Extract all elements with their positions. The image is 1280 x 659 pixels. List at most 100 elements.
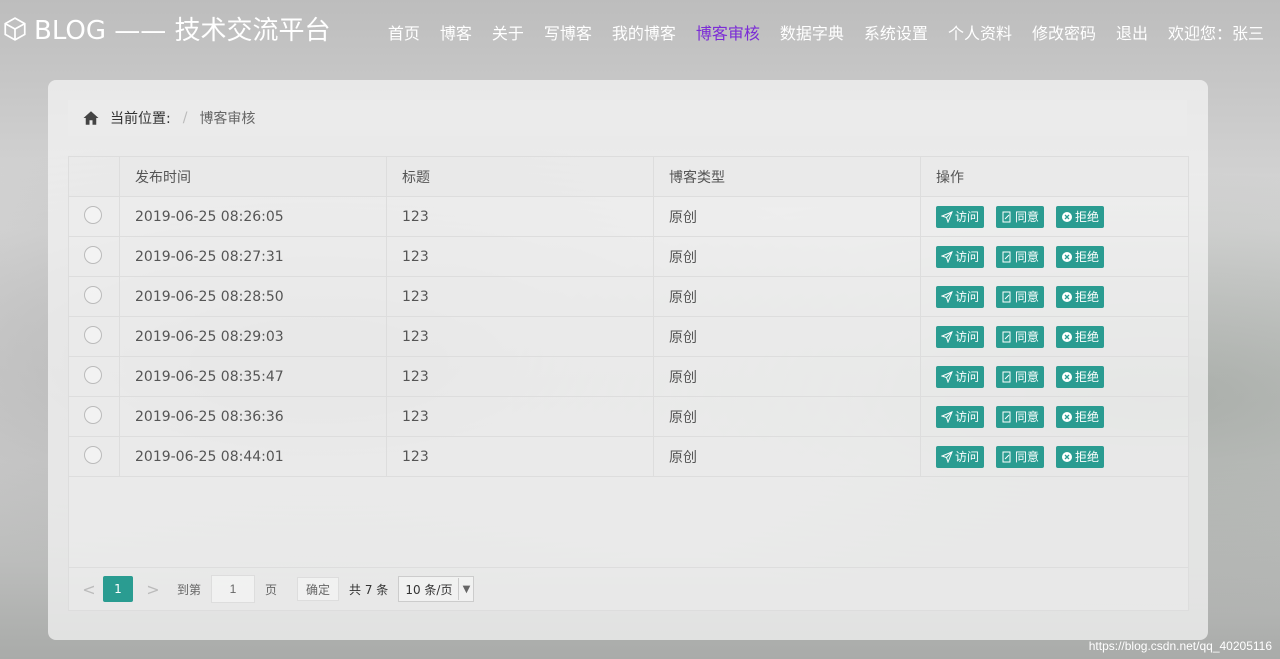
nav-item-3[interactable]: 写博客	[544, 20, 592, 44]
pagination: < 1 > 到第 页 确定 共 7 条 10 条/页 ▼	[69, 567, 1188, 610]
row-actions: 访问 同意 拒绝	[920, 316, 1188, 357]
row-actions: 访问 同意 拒绝	[920, 276, 1188, 317]
visit-label: 访问	[955, 250, 980, 264]
table-row: 2019-06-25 08:29:03 123 原创 访问 同意 拒绝	[69, 316, 1188, 357]
row-title: 123	[386, 356, 654, 397]
reject-label: 拒绝	[1075, 450, 1100, 464]
row-select-cell	[69, 236, 120, 277]
approve-button[interactable]: 同意	[996, 205, 1045, 228]
row-title: 123	[386, 196, 654, 237]
row-select-cell	[69, 436, 120, 477]
table-row: 2019-06-25 08:27:31 123 原创 访问 同意 拒绝	[69, 236, 1188, 277]
approve-button[interactable]: 同意	[996, 325, 1045, 348]
row-time: 2019-06-25 08:28:50	[119, 276, 387, 317]
prev-page-button[interactable]: <	[75, 580, 103, 599]
reject-button[interactable]: 拒绝	[1056, 245, 1105, 268]
row-title: 123	[386, 316, 654, 357]
visit-button[interactable]: 访问	[936, 405, 985, 428]
row-time: 2019-06-25 08:27:31	[119, 236, 387, 277]
send-icon	[941, 250, 953, 263]
visit-label: 访问	[955, 450, 980, 464]
logo-text: BLOG —— 技术交流平台	[34, 16, 331, 46]
nav-item-10[interactable]: 退出	[1116, 20, 1148, 44]
nav-item-2[interactable]: 关于	[492, 20, 524, 44]
visit-button[interactable]: 访问	[936, 245, 985, 268]
content-panel: 当前位置: / 博客审核 发布时间 标题 博客类型 操作 2019-06-25 …	[48, 80, 1208, 640]
page-size-value: 10 条/页	[405, 582, 453, 597]
row-select-cell	[69, 196, 120, 237]
close-circle-icon	[1062, 411, 1073, 422]
row-radio[interactable]	[84, 205, 102, 224]
visit-button[interactable]: 访问	[936, 445, 985, 468]
edit-doc-icon	[1002, 371, 1011, 382]
approve-button[interactable]: 同意	[996, 245, 1045, 268]
nav-item-6[interactable]: 数据字典	[780, 20, 844, 44]
close-circle-icon	[1062, 211, 1073, 222]
reject-button[interactable]: 拒绝	[1056, 205, 1105, 228]
logo[interactable]: BLOG —— 技术交流平台	[2, 10, 331, 47]
edit-doc-icon	[1002, 451, 1011, 462]
nav-item-7[interactable]: 系统设置	[864, 20, 928, 44]
table-row: 2019-06-25 08:26:05 123 原创 访问 同意 拒绝	[69, 196, 1188, 237]
close-circle-icon	[1062, 251, 1073, 262]
breadcrumb-label: 当前位置:	[110, 111, 171, 127]
row-radio[interactable]	[84, 405, 102, 424]
page-unit-label: 页	[265, 582, 278, 597]
goto-confirm-button[interactable]: 确定	[297, 577, 340, 601]
page-size-select[interactable]: 10 条/页 ▼	[398, 576, 475, 602]
nav-item-8[interactable]: 个人资料	[948, 20, 1012, 44]
send-icon	[941, 370, 953, 383]
row-type: 原创	[653, 436, 921, 477]
home-icon[interactable]	[82, 109, 100, 127]
row-actions: 访问 同意 拒绝	[920, 396, 1188, 437]
row-time: 2019-06-25 08:35:47	[119, 356, 387, 397]
reject-button[interactable]: 拒绝	[1056, 325, 1105, 348]
edit-doc-icon	[1002, 331, 1011, 342]
goto-page-input[interactable]	[211, 575, 256, 603]
row-select-cell	[69, 396, 120, 437]
approve-button[interactable]: 同意	[996, 365, 1045, 388]
row-radio[interactable]	[84, 325, 102, 344]
column-header-select	[69, 157, 120, 197]
page-1-button[interactable]: 1	[103, 576, 133, 602]
row-select-cell	[69, 316, 120, 357]
approve-button[interactable]: 同意	[996, 445, 1045, 468]
breadcrumb: 当前位置: / 博客审核	[68, 100, 1187, 136]
nav-item-1[interactable]: 博客	[440, 20, 472, 44]
column-header-title: 标题	[386, 157, 654, 197]
edit-doc-icon	[1002, 211, 1011, 222]
reject-button[interactable]: 拒绝	[1056, 445, 1105, 468]
table-row: 2019-06-25 08:44:01 123 原创 访问 同意 拒绝	[69, 436, 1188, 477]
visit-button[interactable]: 访问	[936, 285, 985, 308]
row-radio[interactable]	[84, 365, 102, 384]
nav-item-4[interactable]: 我的博客	[612, 20, 676, 44]
row-time: 2019-06-25 08:36:36	[119, 396, 387, 437]
goto-label: 到第	[177, 582, 202, 597]
total-count: 共 7 条	[349, 582, 389, 597]
row-actions: 访问 同意 拒绝	[920, 236, 1188, 277]
nav-item-0[interactable]: 首页	[388, 20, 420, 44]
visit-button[interactable]: 访问	[936, 205, 985, 228]
visit-button[interactable]: 访问	[936, 325, 985, 348]
review-table: 发布时间 标题 博客类型 操作 2019-06-25 08:26:05 123 原创…	[69, 157, 1188, 477]
reject-button[interactable]: 拒绝	[1056, 285, 1105, 308]
breadcrumb-separator: /	[182, 110, 188, 126]
row-radio[interactable]	[84, 245, 102, 264]
row-actions: 访问 同意 拒绝	[920, 436, 1188, 477]
row-actions: 访问 同意 拒绝	[920, 356, 1188, 397]
welcome-user: 欢迎您：张三	[1167, 24, 1264, 43]
row-time: 2019-06-25 08:44:01	[119, 436, 387, 477]
next-page-button[interactable]: >	[139, 580, 167, 599]
row-radio[interactable]	[84, 285, 102, 304]
nav-item-5[interactable]: 博客审核	[696, 20, 760, 44]
row-radio[interactable]	[84, 445, 102, 464]
row-select-cell	[69, 356, 120, 397]
reject-button[interactable]: 拒绝	[1056, 405, 1105, 428]
visit-button[interactable]: 访问	[936, 365, 985, 388]
nav-item-9[interactable]: 修改密码	[1032, 20, 1096, 44]
approve-button[interactable]: 同意	[996, 405, 1045, 428]
review-table-container: 发布时间 标题 博客类型 操作 2019-06-25 08:26:05 123 原创…	[68, 156, 1189, 611]
reject-button[interactable]: 拒绝	[1056, 365, 1105, 388]
table-row: 2019-06-25 08:35:47 123 原创 访问 同意 拒绝	[69, 356, 1188, 397]
approve-button[interactable]: 同意	[996, 285, 1045, 308]
